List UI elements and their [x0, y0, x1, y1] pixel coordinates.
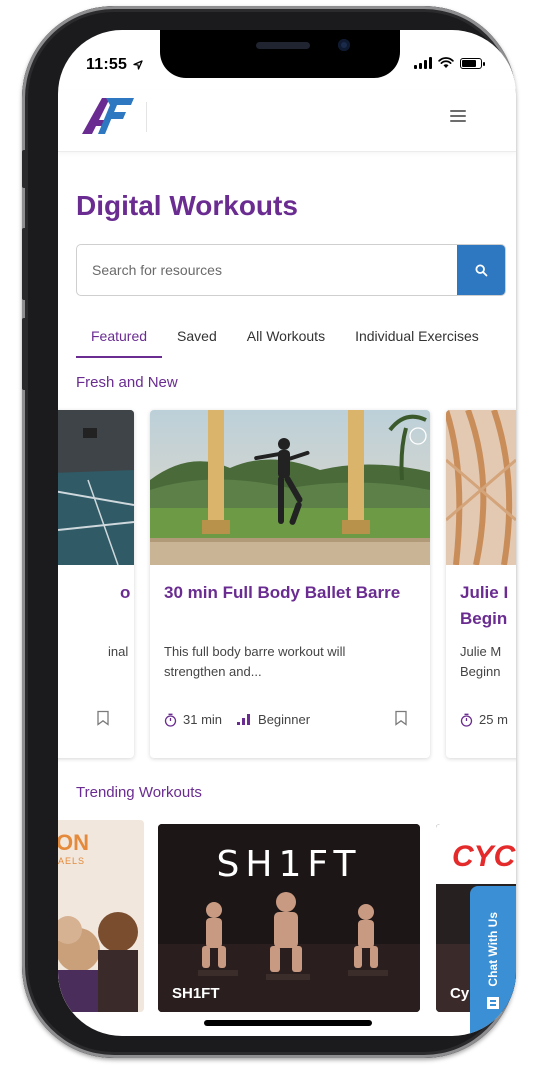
tab-saved[interactable]: Saved: [162, 322, 232, 358]
phone-screen: 11:55 Digital Workouts Search for resour…: [58, 30, 516, 1036]
hamburger-menu-icon[interactable]: [446, 106, 470, 126]
workout-description: Julie M Beginn: [460, 644, 502, 679]
trending-sub: AELS: [58, 856, 86, 866]
bookmark-icon[interactable]: [96, 710, 110, 726]
chat-button[interactable]: Chat With Us: [470, 886, 516, 1036]
trending-title: SH1FT: [172, 985, 220, 1002]
workout-card[interactable]: o inal: [58, 410, 134, 758]
search-bar: [76, 244, 506, 296]
cellular-signal-icon: [414, 57, 432, 69]
workout-description: inal: [108, 644, 129, 659]
tab-all-workouts[interactable]: All Workouts: [232, 322, 340, 358]
logo-divider: [146, 102, 147, 132]
workout-meta: 25 m: [460, 712, 508, 727]
front-camera: [338, 39, 350, 51]
workout-card[interactable]: 30 min Full Body Ballet Barre This full …: [150, 410, 430, 758]
af-logo[interactable]: [80, 96, 136, 136]
wifi-icon: [438, 57, 454, 68]
status-icons: [414, 57, 485, 69]
notch: [160, 30, 400, 78]
search-icon: [474, 263, 487, 276]
workout-thumbnail: [150, 410, 430, 565]
speaker-grille: [256, 42, 310, 49]
section-title-trending: Trending Workouts: [76, 784, 202, 801]
phone-volume-up: [22, 228, 28, 300]
search-button[interactable]: [457, 245, 505, 295]
workout-meta: 31 min Beginner: [164, 712, 310, 727]
workout-duration: 25 m: [479, 712, 508, 727]
stopwatch-icon: [460, 713, 473, 727]
stopwatch-icon: [164, 713, 177, 727]
battery-icon: [460, 57, 485, 69]
search-input[interactable]: [77, 245, 457, 295]
chat-label: Chat With Us: [486, 911, 500, 987]
workout-card[interactable]: Julie I Begin Julie M Beginn 25 m: [446, 410, 516, 758]
phone-silent-switch: [22, 150, 28, 188]
workout-title: 30 min Full Body Ballet Barre: [164, 583, 401, 602]
trending-logo: ON: [58, 830, 89, 855]
trending-card[interactable]: ON AELS: [58, 820, 144, 1012]
workout-title: Julie I Begin: [460, 583, 509, 628]
trending-logo: SH1FT: [216, 844, 362, 885]
tab-featured[interactable]: Featured: [76, 322, 163, 358]
trending-title: Cy: [450, 985, 470, 1002]
phone-volume-down: [22, 318, 28, 390]
bookmark-icon[interactable]: [394, 710, 408, 726]
app-header: [58, 90, 516, 152]
workout-thumbnail: [446, 410, 516, 565]
tab-individual-exercises[interactable]: Individual Exercises: [340, 322, 494, 358]
workout-duration: 31 min: [183, 712, 223, 727]
workout-description: This full body barre workout will streng…: [164, 644, 346, 679]
trending-logo: CYC: [452, 840, 516, 873]
location-arrow-icon: [133, 60, 143, 70]
home-indicator[interactable]: [204, 1020, 372, 1026]
tab-bar: Featured Saved All Workouts Individual E…: [76, 322, 516, 358]
section-title-fresh: Fresh and New: [76, 374, 178, 391]
page-title: Digital Workouts: [76, 190, 298, 221]
workout-thumbnail: [58, 410, 134, 565]
trending-card[interactable]: SH1FT SH1FT: [158, 824, 420, 1012]
workout-title: o: [120, 583, 131, 602]
level-bars-icon: [237, 714, 251, 725]
workout-level: Beginner: [258, 712, 311, 727]
status-time: 11:55: [86, 56, 143, 74]
chat-icon: [487, 997, 499, 1010]
